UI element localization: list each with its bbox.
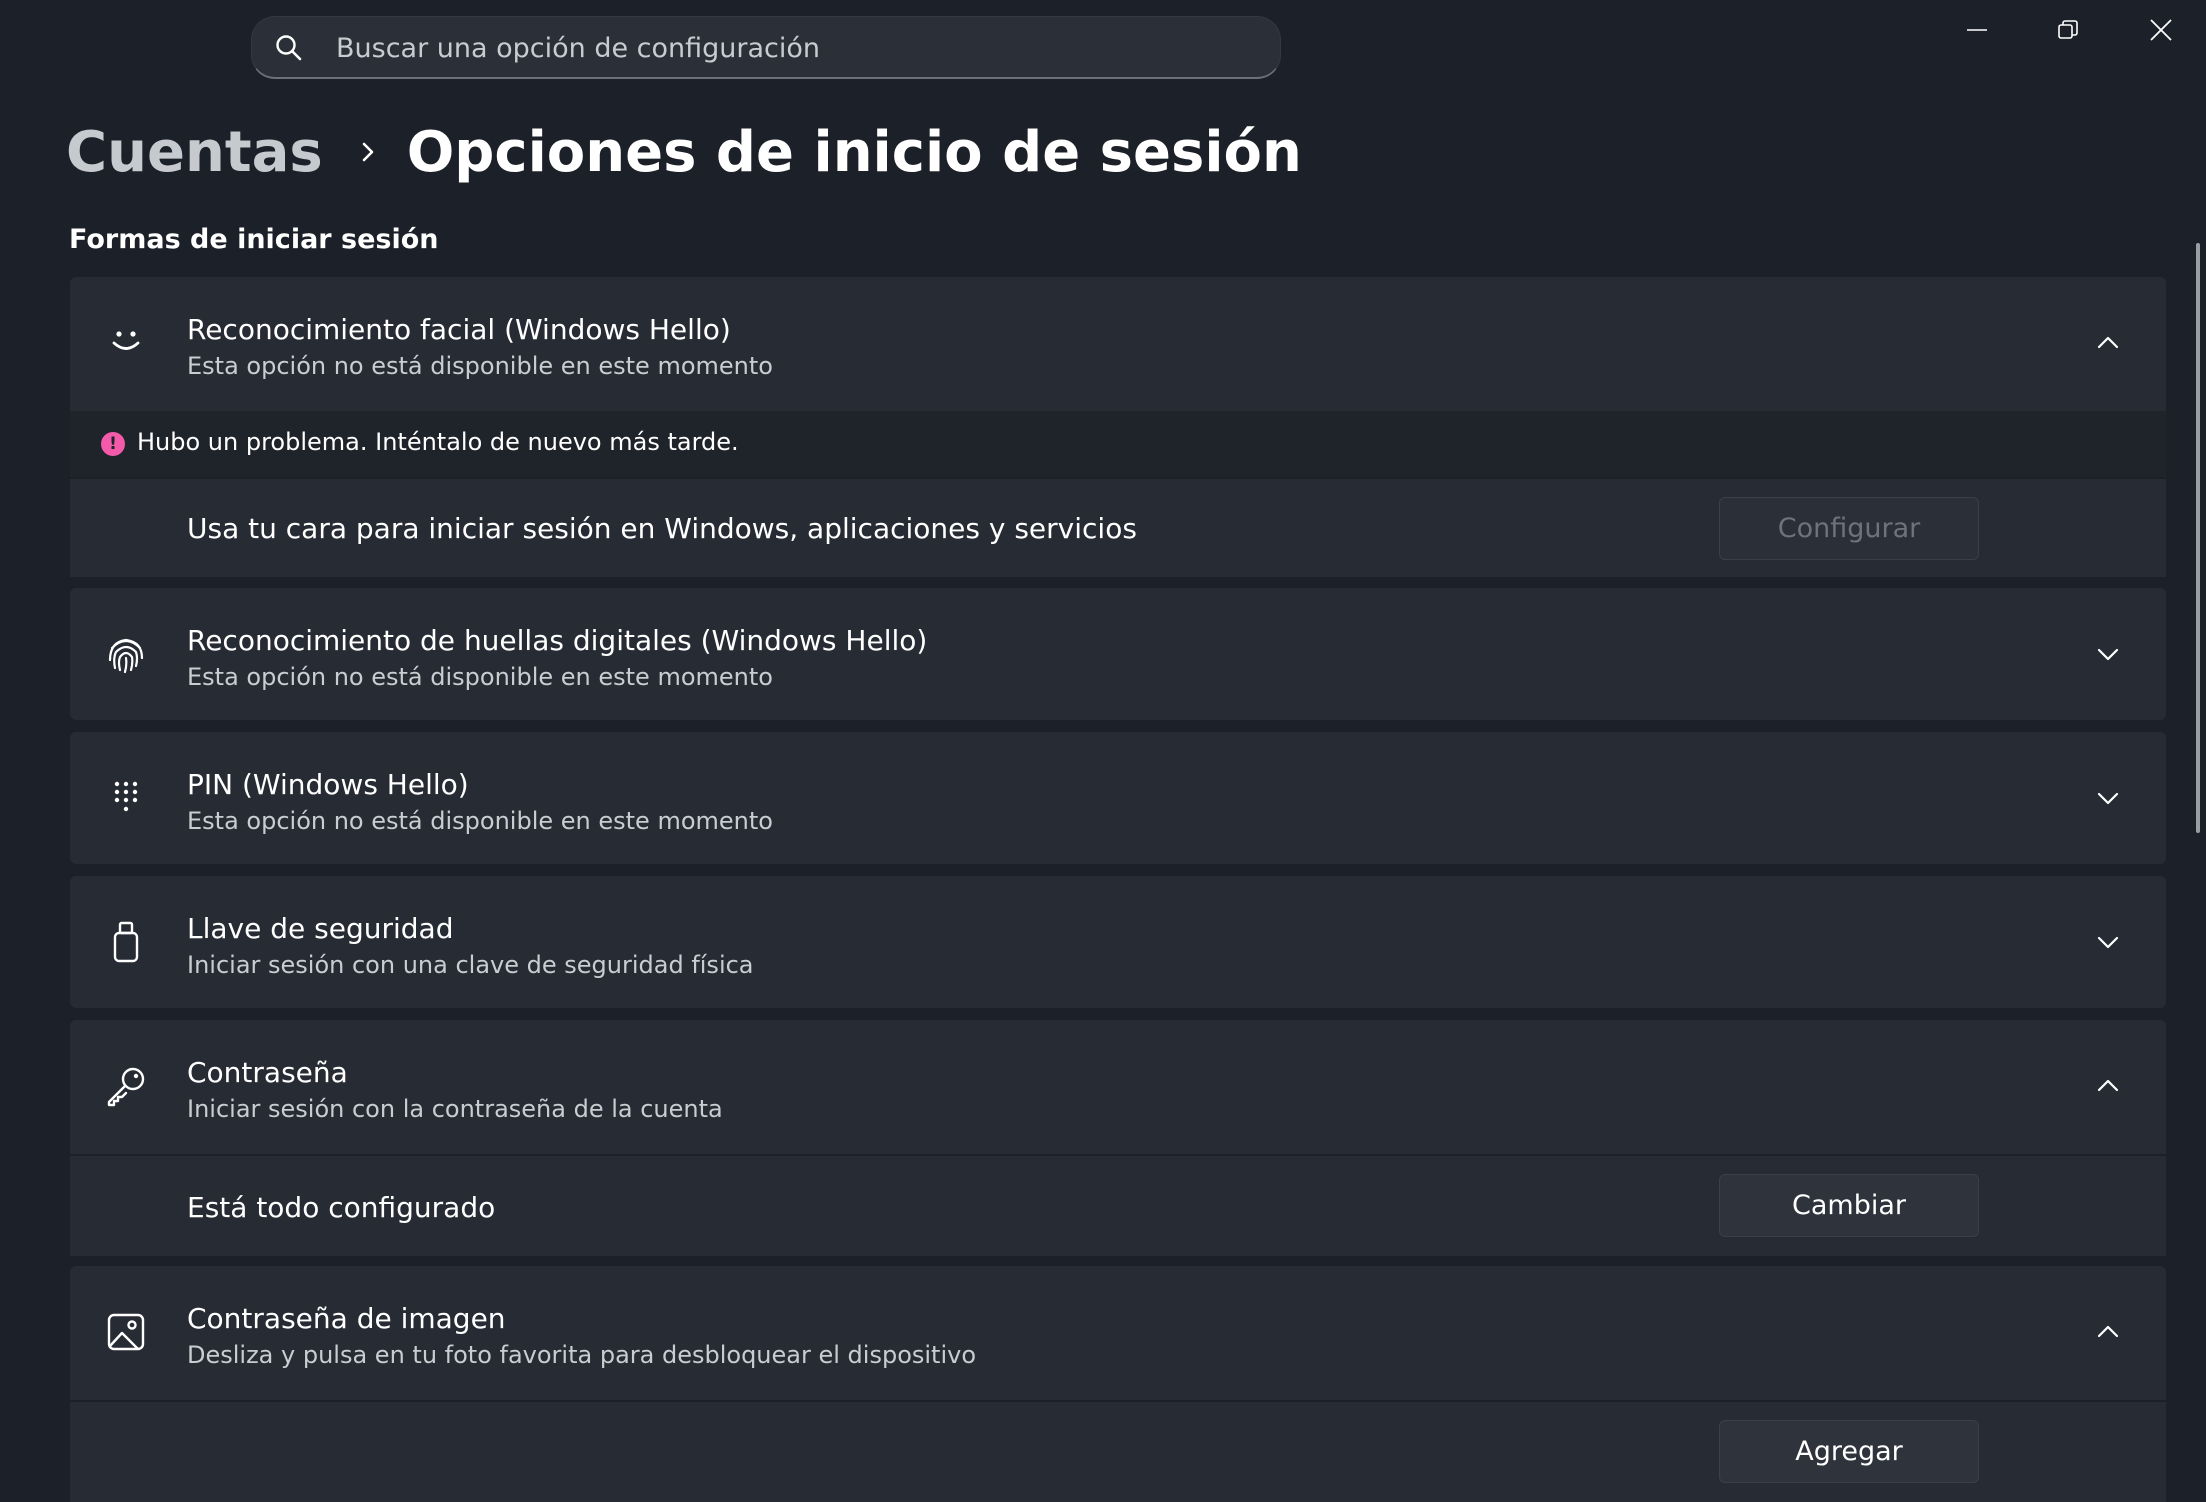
configurar-button[interactable]: Configurar bbox=[1719, 497, 1979, 560]
key-icon bbox=[104, 1064, 148, 1108]
section-title: Formas de iniciar sesión bbox=[69, 224, 439, 255]
card-fingerprint[interactable]: Reconocimiento de huellas digitales (Win… bbox=[70, 588, 2166, 720]
card-title: Contraseña de imagen bbox=[187, 1302, 506, 1335]
search-icon bbox=[274, 33, 304, 63]
chevron-up-icon[interactable] bbox=[2094, 329, 2122, 357]
card-detail-row: Agregar bbox=[70, 1400, 2166, 1502]
breadcrumb-parent-cuentas[interactable]: Cuentas bbox=[66, 120, 323, 185]
agregar-button[interactable]: Agregar bbox=[1719, 1420, 1979, 1483]
error-icon: ! bbox=[101, 432, 125, 456]
card-detail-row: Está todo configurado Cambiar bbox=[70, 1154, 2166, 1256]
search-input[interactable] bbox=[334, 27, 1238, 69]
chevron-down-icon[interactable] bbox=[2094, 640, 2122, 668]
card-title: Llave de seguridad bbox=[187, 912, 454, 945]
picture-password-icon bbox=[104, 1310, 148, 1354]
restore-icon bbox=[2056, 18, 2080, 46]
card-password: Contraseña Iniciar sesión con la contras… bbox=[70, 1020, 2166, 1256]
detail-text: Usa tu cara para iniciar sesión en Windo… bbox=[187, 512, 1137, 545]
minimize-icon bbox=[1965, 18, 1989, 46]
page-title: Opciones de inicio de sesión bbox=[406, 119, 1302, 185]
fingerprint-icon bbox=[104, 632, 148, 676]
face-icon bbox=[104, 321, 148, 365]
card-subtitle: Iniciar sesión con una clave de segurida… bbox=[187, 951, 754, 979]
chevron-down-icon[interactable] bbox=[2094, 784, 2122, 812]
card-title: Reconocimiento de huellas digitales (Win… bbox=[187, 624, 928, 657]
restore-button[interactable] bbox=[2033, 10, 2103, 54]
card-subtitle: Esta opción no está disponible en este m… bbox=[187, 807, 773, 835]
chevron-right-icon bbox=[353, 137, 383, 167]
card-detail-row: Usa tu cara para iniciar sesión en Windo… bbox=[70, 477, 2166, 577]
scrollbar-thumb[interactable] bbox=[2196, 243, 2200, 833]
card-title: PIN (Windows Hello) bbox=[187, 768, 469, 801]
detail-text: Está todo configurado bbox=[187, 1191, 496, 1224]
close-icon bbox=[2149, 18, 2173, 46]
card-pin[interactable]: PIN (Windows Hello) Esta opción no está … bbox=[70, 732, 2166, 864]
card-subtitle: Iniciar sesión con la contraseña de la c… bbox=[187, 1095, 723, 1123]
error-text: Hubo un problema. Inténtalo de nuevo más… bbox=[137, 428, 739, 456]
cambiar-button[interactable]: Cambiar bbox=[1719, 1174, 1979, 1237]
error-message-bar: ! Hubo un problema. Inténtalo de nuevo m… bbox=[70, 411, 2166, 477]
card-subtitle: Esta opción no está disponible en este m… bbox=[187, 663, 773, 691]
card-header-facial-recognition[interactable]: Reconocimiento facial (Windows Hello) Es… bbox=[70, 277, 2166, 409]
card-facial-recognition: Reconocimiento facial (Windows Hello) Es… bbox=[70, 277, 2166, 577]
pin-keypad-icon bbox=[104, 776, 148, 820]
card-subtitle: Desliza y pulsa en tu foto favorita para… bbox=[187, 1341, 977, 1369]
breadcrumb: Cuentas Opciones de inicio de sesión bbox=[66, 112, 1302, 192]
minimize-button[interactable] bbox=[1942, 10, 2012, 54]
card-header-password[interactable]: Contraseña Iniciar sesión con la contras… bbox=[70, 1020, 2166, 1152]
chevron-up-icon[interactable] bbox=[2094, 1072, 2122, 1100]
card-picture-password: Contraseña de imagen Desliza y pulsa en … bbox=[70, 1266, 2166, 1502]
card-header-picture-password[interactable]: Contraseña de imagen Desliza y pulsa en … bbox=[70, 1266, 2166, 1398]
card-security-key[interactable]: Llave de seguridad Iniciar sesión con un… bbox=[70, 876, 2166, 1008]
close-button[interactable] bbox=[2126, 10, 2196, 54]
chevron-up-icon[interactable] bbox=[2094, 1318, 2122, 1346]
card-subtitle: Esta opción no está disponible en este m… bbox=[187, 352, 773, 380]
security-key-icon bbox=[104, 920, 148, 964]
search-box[interactable] bbox=[251, 16, 1281, 79]
chevron-down-icon[interactable] bbox=[2094, 928, 2122, 956]
card-title: Reconocimiento facial (Windows Hello) bbox=[187, 313, 731, 346]
card-title: Contraseña bbox=[187, 1056, 348, 1089]
